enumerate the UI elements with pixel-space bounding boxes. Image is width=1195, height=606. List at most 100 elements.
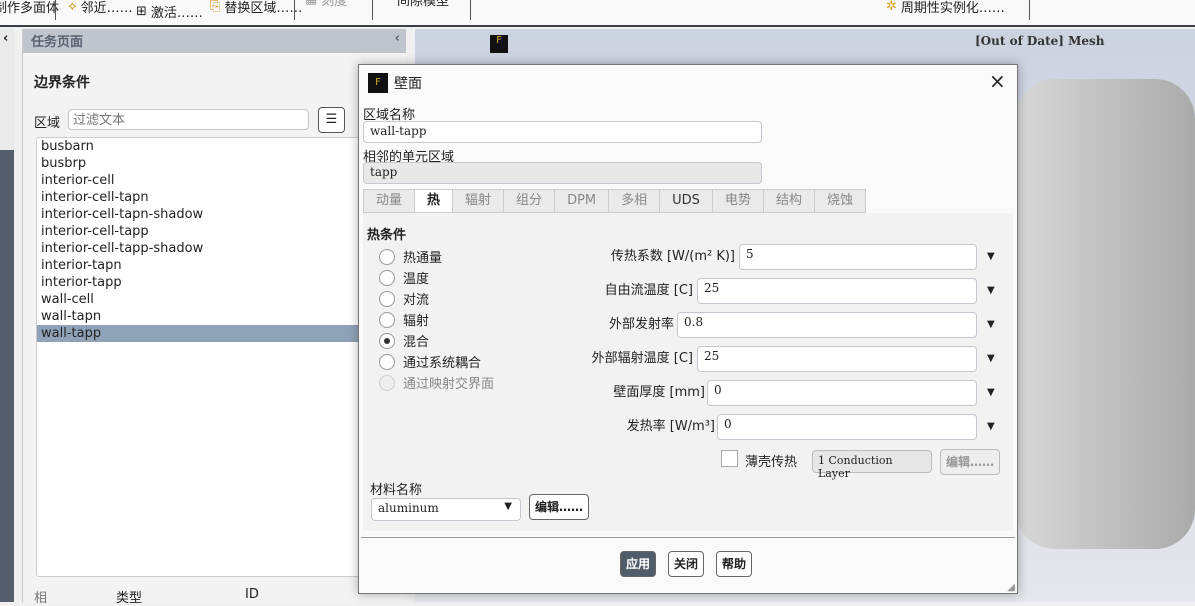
toolbar-item-scale[interactable]: ▦ 刻度 — [305, 0, 347, 9]
dropdown-arrow-icon[interactable]: ▼ — [987, 319, 995, 330]
free-stream-temp-field[interactable]: 25 — [697, 278, 977, 304]
dropdown-arrow-icon[interactable]: ▼ — [987, 285, 995, 296]
list-item[interactable]: interior-cell-tapp — [37, 223, 375, 240]
grid-icon: ⊞ — [136, 4, 147, 19]
dropdown-arrow-icon: ▼ — [504, 501, 512, 512]
list-item[interactable]: interior-cell-tapn — [37, 189, 375, 206]
resize-grip-icon[interactable]: ◢ — [1007, 582, 1015, 593]
viewport-title: [Out of Date] Mesh — [975, 34, 1105, 48]
material-select[interactable]: aluminum ▼ — [371, 498, 521, 521]
label: 对流 — [403, 293, 430, 308]
label: 通过映射交界面 — [403, 377, 495, 392]
column-header-id[interactable]: ID — [245, 587, 259, 602]
list-item[interactable]: interior-tapp — [37, 274, 375, 291]
heat-transfer-coef-field[interactable]: 5 — [739, 244, 977, 270]
list-item[interactable]: interior-cell — [37, 172, 375, 189]
toolbar-item-periodic[interactable]: ✲ 周期性实例化…… — [886, 0, 1005, 16]
fluent-logo-icon: F — [368, 73, 388, 93]
shell-conduction-label: 薄壳传热 — [745, 455, 798, 470]
list-item[interactable]: busbarn — [37, 138, 375, 155]
radio-convection[interactable]: 对流 — [379, 289, 429, 308]
free-stream-temp-label: 自由流温度 [C] — [604, 283, 693, 298]
conduction-layer-button[interactable]: 1 Conduction Layer — [812, 450, 932, 480]
external-radiation-temp-field[interactable]: 25 — [697, 346, 977, 372]
tab-multiphase[interactable]: 多相 — [608, 189, 661, 213]
column-header-phase[interactable]: 相 — [34, 587, 47, 606]
mesh-cylinder — [1015, 79, 1195, 549]
toolbar-item-create-polyhedra[interactable]: 制作多面体 — [0, 0, 59, 16]
label: 温度 — [403, 272, 430, 287]
tab-radiation[interactable]: 辐射 — [452, 189, 505, 213]
periodic-icon: ✲ — [886, 0, 897, 14]
dropdown-arrow-icon[interactable]: ▼ — [987, 353, 995, 364]
label: 间隙模型 — [397, 0, 450, 9]
wall-thickness-label: 壁面厚度 [mm] — [613, 385, 705, 400]
tab-species[interactable]: 组分 — [503, 189, 556, 213]
wall-thickness-field[interactable]: 0 — [707, 380, 977, 406]
list-item[interactable]: interior-cell-tapn-shadow — [37, 206, 375, 223]
help-button[interactable]: 帮助 — [716, 551, 753, 577]
adjacent-zone-field: tapp — [363, 162, 762, 184]
close-button[interactable]: 关闭 — [668, 551, 705, 577]
tab-potential[interactable]: 电势 — [711, 189, 764, 213]
replace-icon: ⎘ — [210, 0, 221, 14]
external-emissivity-field[interactable]: 0.8 — [677, 312, 977, 338]
zone-name-field[interactable]: wall-tapp — [363, 121, 762, 143]
label: 激活…… — [150, 6, 203, 21]
list-item[interactable]: interior-cell-tapp-shadow — [37, 240, 375, 257]
toolbar: 制作多面体 ⟡邻近…… ⊞激活…… ⎘替换区域…… ▦ 刻度 ▀ 间隙模型 ✲周期性… — [0, 0, 1195, 27]
list-item[interactable]: busbrp — [37, 155, 375, 172]
dropdown-arrow-icon[interactable]: ▼ — [987, 251, 995, 262]
label: 热通量 — [403, 251, 443, 266]
scale-icon: ▦ — [305, 0, 317, 7]
close-icon[interactable]: × — [989, 69, 1006, 93]
task-page-header: 任务页面 ‹ — [23, 29, 406, 53]
task-page: 任务页面 ‹ 边界条件 区域 ☰ busbarn busbrp interior-… — [22, 29, 406, 606]
zone-list[interactable]: busbarn busbrp interior-cell interior-ce… — [36, 137, 376, 577]
tab-uds[interactable]: UDS — [659, 189, 713, 213]
zone-label: 区域 — [34, 116, 61, 131]
label: 通过系统耦合 — [403, 356, 482, 371]
list-item-selected[interactable]: wall-tapp — [37, 325, 375, 342]
edit-material-button[interactable]: 编辑…… — [529, 494, 590, 520]
dropdown-arrow-icon[interactable]: ▼ — [987, 387, 995, 398]
radio-heat-flux[interactable]: 热通量 — [379, 247, 442, 266]
shell-conduction-checkbox[interactable] — [721, 450, 738, 467]
radio-radiation[interactable]: 辐射 — [379, 310, 429, 329]
tab-ablation[interactable]: 烧蚀 — [813, 189, 866, 213]
toolbar-item-activate[interactable]: ⊞ 激活…… — [136, 2, 203, 21]
radio-system-coupling[interactable]: 通过系统耦合 — [379, 352, 481, 371]
dropdown-arrow-icon[interactable]: ▼ — [987, 421, 995, 432]
collapse-icon[interactable]: ‹ — [395, 31, 400, 46]
material-value: aluminum — [378, 501, 439, 515]
list-item[interactable]: interior-tapn — [37, 257, 375, 274]
filter-input[interactable] — [68, 109, 309, 130]
column-header-type[interactable]: 类型 — [116, 587, 142, 606]
tab-bar: 动量 热 辐射 组分 DPM 多相 UDS 电势 结构 烧蚀 — [363, 189, 866, 213]
toolbar-item-proximity[interactable]: ⟡ 邻近…… — [68, 0, 133, 16]
heat-generation-field[interactable]: 0 — [717, 414, 977, 440]
list-item[interactable]: wall-cell — [37, 291, 375, 308]
label: 邻近…… — [80, 1, 133, 16]
list-item[interactable]: wall-tapn — [37, 308, 375, 325]
divider — [361, 537, 1015, 538]
material-name-label: 材料名称 — [370, 483, 423, 498]
apply-button[interactable]: 应用 — [620, 551, 657, 577]
label: 混合 — [403, 335, 430, 350]
left-scrollbar[interactable] — [0, 150, 14, 602]
radio-mixed[interactable]: 混合 — [379, 331, 429, 350]
edit-layers-button: 编辑…… — [940, 449, 1001, 475]
toolbar-item-replace-zone[interactable]: ⎘ 替换区域…… — [210, 0, 302, 16]
toolbar-item-gap-model[interactable]: ▀ 间隙模型 — [383, 0, 449, 9]
collapse-icon[interactable]: ‹ — [3, 31, 8, 46]
radio-temperature[interactable]: 温度 — [379, 268, 429, 287]
tab-momentum[interactable]: 动量 — [363, 189, 416, 213]
external-radiation-temp-label: 外部辐射温度 [C] — [591, 351, 693, 366]
tab-thermal[interactable]: 热 — [414, 189, 454, 213]
label: 周期性实例化…… — [900, 1, 1005, 16]
fluent-logo-icon: F — [490, 35, 508, 53]
tab-dpm[interactable]: DPM — [554, 189, 610, 213]
filter-icon: ☰ — [325, 112, 338, 127]
tab-structure[interactable]: 结构 — [762, 189, 815, 213]
filter-options-button[interactable]: ☰ — [318, 107, 345, 133]
